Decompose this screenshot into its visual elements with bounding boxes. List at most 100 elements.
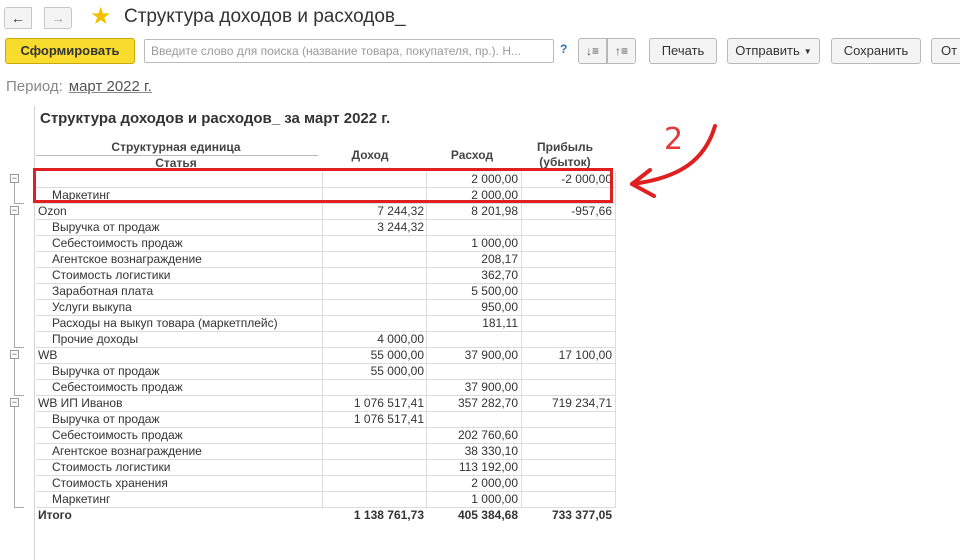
tree-line-end [14,395,24,396]
total-profit: 733 377,05 [551,508,612,522]
tree-line-end [14,347,24,348]
save-button[interactable]: Сохранить [831,38,921,64]
cell-expense: 8 201,98 [471,204,518,218]
table-row[interactable]: Заработная плата 5 500,00 [36,283,616,300]
table-row[interactable]: Стоимость хранения 2 000,00 [36,475,616,492]
annotation-arrow-icon [630,124,717,198]
cell-name: Себестоимость продаж [52,236,183,250]
table-row[interactable]: Выручка от продаж 1 076 517,41 [36,411,616,428]
report-title: Структура доходов и расходов_ за март 20… [40,110,391,127]
cell-profit: -957,66 [571,204,612,218]
help-icon[interactable]: ? [560,42,567,56]
cell-name: Агентское вознаграждение [52,444,202,458]
cell-name: Стоимость хранения [52,476,168,490]
cell-expense: 37 900,00 [464,380,518,394]
cell-name: Стоимость логистики [52,268,171,282]
cell-income: 55 000,00 [370,348,424,362]
cell-profit: 17 100,00 [558,348,612,362]
period: Период: март 2022 г. [6,78,152,95]
tree-line [14,183,15,203]
table-group-row[interactable]: WB ИП Иванов 1 076 517,41 357 282,70 719 23… [36,395,616,412]
tree-line [14,407,15,507]
highlight-frame [33,168,613,203]
tree-line [14,359,15,395]
column-divider [615,171,616,507]
sort-descending-icon[interactable]: ↑≡ [607,38,636,64]
table-row[interactable]: Стоимость логистики 362,70 [36,267,616,284]
send-button[interactable]: Отправить ▼ [727,38,820,64]
chevron-down-icon: ▼ [803,46,812,56]
cell-income: 55 000,00 [370,364,424,378]
cell-expense: 113 192,00 [458,460,518,474]
table-row[interactable]: Услуги выкупа 950,00 [36,299,616,316]
cell-name: WB [38,348,58,362]
cell-expense: 950,00 [481,300,518,314]
period-label: Период: [6,78,63,95]
column-divider [521,171,522,507]
cell-profit: 719 234,71 [551,396,612,410]
table-row[interactable]: Прочие доходы 4 000,00 [36,331,616,348]
title-bar: ← → ★ Структура доходов и расходов_ [0,0,960,36]
cell-name: WB ИП Иванов [38,396,123,410]
cell-expense: 37 900,00 [464,348,518,362]
back-arrow-icon[interactable]: ← [4,7,32,29]
cell-expense: 5 500,00 [471,284,518,298]
table-group-row[interactable]: WB 55 000,00 37 900,00 17 100,00 [36,347,616,364]
collapse-group-icon[interactable]: − [10,350,19,359]
favorite-star-icon[interactable]: ★ [90,4,112,30]
toolbar: Сформировать ? ↓≡ ↑≡ Печать Отправить▼ С… [0,38,960,66]
table-row[interactable]: Выручка от продаж 55 000,00 [36,363,616,380]
table-row[interactable]: Агентское вознаграждение 208,17 [36,251,616,268]
table-group-row[interactable]: Ozon 7 244,32 8 201,98 -957,66 [36,203,616,220]
cell-name: Выручка от продаж [52,220,160,234]
total-income: 1 138 761,73 [353,508,424,522]
cell-name: Выручка от продаж [52,364,160,378]
table-row[interactable]: Себестоимость продаж 202 760,60 [36,427,616,444]
collapse-group-icon[interactable]: − [10,174,19,183]
generate-button[interactable]: Сформировать [5,38,135,64]
header-profit: Прибыль [537,140,593,154]
column-divider [426,171,427,507]
cell-expense: 1 000,00 [471,236,518,250]
forward-arrow-icon[interactable]: → [44,7,72,29]
search-input[interactable] [144,39,554,63]
tree-line [14,215,15,347]
table-row[interactable]: Маркетинг 1 000,00 [36,491,616,508]
cell-name: Заработная плата [52,284,154,298]
table-row[interactable]: Выручка от продаж 3 244,32 [36,219,616,236]
cell-name: Ozon [38,204,67,218]
total-expense: 405 384,68 [457,508,518,522]
cell-income: 4 000,00 [377,332,424,346]
table-row[interactable]: Стоимость логистики 113 192,00 [36,459,616,476]
cell-income: 1 076 517,41 [353,396,424,410]
table-row[interactable]: Себестоимость продаж 37 900,00 [36,379,616,396]
header-unit: Структурная единица [111,140,241,154]
collapse-group-icon[interactable]: − [10,206,19,215]
collapse-group-icon[interactable]: − [10,398,19,407]
table-row[interactable]: Себестоимость продаж 1 000,00 [36,235,616,252]
header-loss: (убыток) [539,155,591,169]
cell-expense: 38 330,10 [464,444,518,458]
header-income: Доход [351,148,389,162]
cell-expense: 362,70 [481,268,518,282]
cell-expense: 357 282,70 [457,396,518,410]
table-total-row: Итого 1 138 761,73 405 384,68 733 377,05 [36,507,616,523]
total-name: Итого [38,508,72,522]
cell-name: Агентское вознаграждение [52,252,202,266]
print-button[interactable]: Печать [649,38,717,64]
cell-income: 3 244,32 [377,220,424,234]
sort-ascending-icon[interactable]: ↓≡ [578,38,607,64]
table-row[interactable]: Агентское вознаграждение 38 330,10 [36,443,616,460]
period-value-link[interactable]: март 2022 г. [69,78,152,95]
page-title: Структура доходов и расходов_ [124,6,406,27]
cell-name: Себестоимость продаж [52,428,183,442]
more-button[interactable]: От [931,38,960,64]
table-row[interactable]: Расходы на выкуп товара (маркетплейс) 181… [36,315,616,332]
cell-name: Прочие доходы [52,332,139,346]
cell-expense: 202 760,60 [457,428,518,442]
cell-name: Стоимость логистики [52,460,171,474]
cell-name: Услуги выкупа [52,300,132,314]
cell-income: 7 244,32 [377,204,424,218]
cell-income: 1 076 517,41 [353,412,424,426]
cell-name: Себестоимость продаж [52,380,183,394]
